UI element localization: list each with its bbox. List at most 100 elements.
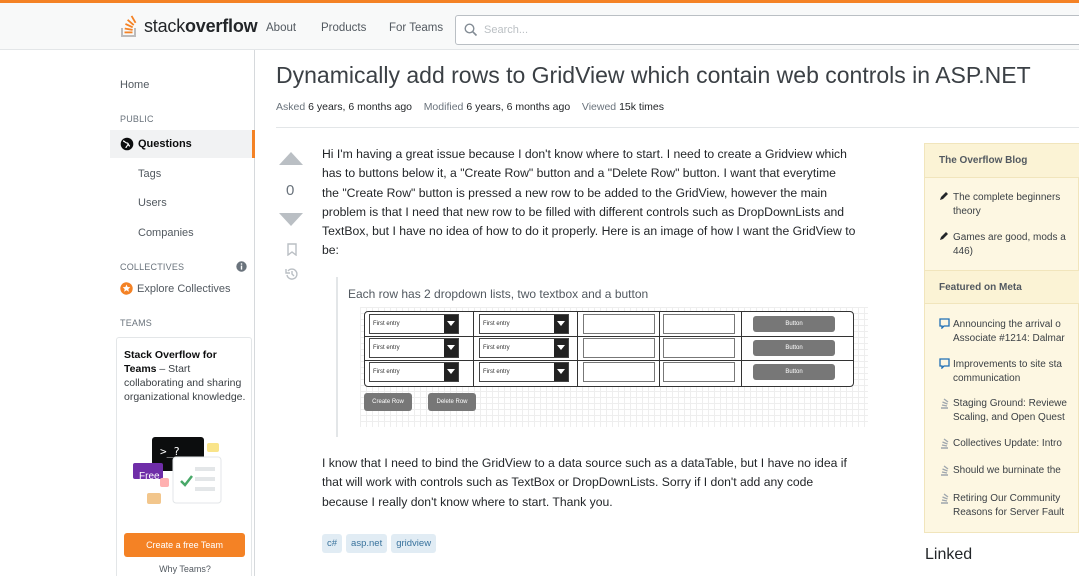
mockup-dropdown: First entry [369, 314, 459, 334]
question-title[interactable]: Dynamically add rows to GridView which c… [276, 62, 1031, 89]
modified-label: Modified [423, 101, 464, 113]
nav-about[interactable]: About [266, 22, 296, 34]
sidebar-item-home[interactable]: Home [120, 79, 149, 91]
vote-count: 0 [286, 182, 295, 199]
dropdown-arrow-icon [444, 339, 458, 357]
post-line: TextBox, but I have no idea of how to do… [322, 224, 856, 239]
bookmark-icon[interactable] [287, 243, 297, 256]
post-line: the "Create Row" button is pressed a new… [322, 185, 828, 200]
mockup-column-divider [741, 312, 742, 386]
modified-value[interactable]: 6 years, 6 months ago [466, 101, 570, 113]
info-icon[interactable] [236, 261, 247, 272]
sidebar-item-label: Questions [138, 138, 192, 150]
mockup-textbox [583, 314, 655, 334]
nav-for-teams[interactable]: For Teams [389, 22, 443, 34]
mockup-dropdown: First entry [479, 338, 569, 358]
meta-heading: Featured on Meta [925, 270, 1079, 304]
meta-item[interactable]: Collectives Update: Intro [939, 437, 1079, 454]
sidebar-item-users[interactable]: Users [138, 197, 167, 209]
post-line: that will work with controls such as Tex… [322, 475, 814, 490]
figure-caption: Each row has 2 dropdown lists, two textb… [348, 287, 649, 301]
globe-icon [120, 137, 134, 151]
dropdown-arrow-icon [444, 315, 458, 333]
history-icon[interactable] [285, 267, 299, 281]
mockup-row-button: Button [753, 316, 835, 332]
asked-value: 6 years, 6 months ago [308, 101, 413, 113]
sidebar-heading-teams: TEAMS [120, 318, 153, 328]
stack-exchange-icon [941, 465, 949, 476]
create-row-button: Create Row [364, 393, 412, 411]
meta-item[interactable]: Announcing the arrival o Associate #1214:… [939, 318, 1079, 346]
mockup-dropdown: First entry [369, 362, 459, 382]
meta-item[interactable]: Retiring Our Community Reasons for Server… [939, 492, 1079, 520]
figure-canvas: First entry First entry Button First entry F… [360, 307, 868, 427]
gridview-mockup-image[interactable]: Each row has 2 dropdown lists, two textb… [336, 277, 872, 437]
tag-gridview[interactable]: gridview [391, 534, 437, 553]
sidebar-item-tags[interactable]: Tags [138, 168, 161, 180]
speech-bubble-icon [939, 358, 950, 370]
why-teams-link[interactable]: Why Teams? [117, 564, 253, 574]
post-line: problem is that I need that new row to b… [322, 204, 845, 219]
create-free-team-button[interactable]: Create a free Team [124, 533, 245, 557]
tag-aspnet[interactable]: asp.net [346, 534, 388, 553]
mockup-row-divider [365, 336, 853, 337]
asked-label: Asked [276, 101, 306, 113]
stackoverflow-logo[interactable]: stackoverflow [120, 14, 258, 38]
speech-bubble-icon [939, 318, 950, 330]
mockup-textbox [583, 362, 655, 382]
left-sidebar: Home PUBLIC Questions Tags Users Compani… [110, 50, 255, 576]
teams-promo-box: Stack Overflow for Teams – Start collabo… [116, 337, 252, 576]
upvote-arrow-icon[interactable] [278, 150, 304, 166]
tag-csharp[interactable]: c# [322, 534, 343, 553]
mockup-textbox [663, 362, 735, 382]
mockup-dropdown-value: First entry [483, 345, 510, 351]
post-line: Hi I'm having a great issue because I do… [322, 147, 847, 161]
mockup-textbox [663, 338, 735, 358]
post-body-outro: I know that I need to bind the GridView … [322, 454, 892, 512]
sidebar-heading-collectives: COLLECTIVES [120, 262, 185, 272]
blog-item[interactable]: Games are good, mods a 446) [939, 231, 1079, 259]
mockup-textbox [583, 338, 655, 358]
blog-item[interactable]: The complete beginners theory [939, 191, 1079, 219]
gridview-mockup: First entry First entry Button First entry F… [364, 311, 854, 387]
mockup-dropdown: First entry [479, 314, 569, 334]
delete-row-button: Delete Row [428, 393, 476, 411]
mockup-dropdown-value: First entry [373, 345, 400, 351]
meta-item[interactable]: Should we burninate the [939, 464, 1079, 481]
dropdown-arrow-icon [554, 339, 568, 357]
post-line: has to buttons below it, a "Create Row" … [322, 166, 836, 181]
mockup-row-button: Button [753, 364, 835, 380]
dropdown-arrow-icon [444, 363, 458, 381]
mockup-dropdown-value: First entry [373, 369, 400, 375]
post-line: be: [322, 243, 339, 258]
collectives-star-icon [120, 282, 133, 295]
sidebar-item-companies[interactable]: Companies [138, 227, 194, 239]
search-icon [464, 23, 478, 37]
viewed-value: 15k times [619, 101, 664, 113]
search-input[interactable]: Search... [455, 15, 1079, 45]
post-line: I know that I need to bind the GridView … [322, 456, 847, 470]
mockup-column-divider [659, 312, 660, 386]
viewed-label: Viewed [581, 101, 617, 113]
stack-exchange-icon [941, 398, 949, 409]
logo-text: stackoverflow [144, 15, 258, 36]
mockup-dropdown: First entry [369, 338, 459, 358]
pencil-icon [940, 232, 948, 240]
meta-item[interactable]: Improvements to site sta communication [939, 358, 1079, 386]
question-meta: Asked 6 years, 6 months ago Modified 6 y… [276, 101, 664, 113]
pencil-icon [940, 192, 948, 200]
stack-exchange-icon [941, 493, 949, 504]
stack-exchange-icon [941, 438, 949, 449]
sidebar-item-questions[interactable]: Questions [110, 130, 255, 158]
downvote-arrow-icon[interactable] [278, 212, 304, 228]
mockup-dropdown-value: First entry [373, 321, 400, 327]
nav-products[interactable]: Products [321, 22, 366, 34]
teams-promo-text: Stack Overflow for Teams – Start collabo… [124, 349, 246, 403]
mockup-column-divider [577, 312, 578, 386]
overflow-blog-widget: The Overflow Blog The complete beginners… [924, 143, 1079, 533]
blog-heading: The Overflow Blog [925, 144, 1079, 178]
explore-collectives-link[interactable]: Explore Collectives [120, 282, 231, 295]
meta-item[interactable]: Staging Ground: Reviewe Scaling, and Open… [939, 397, 1079, 425]
mockup-dropdown: First entry [479, 362, 569, 382]
free-badge: Free [139, 471, 160, 482]
